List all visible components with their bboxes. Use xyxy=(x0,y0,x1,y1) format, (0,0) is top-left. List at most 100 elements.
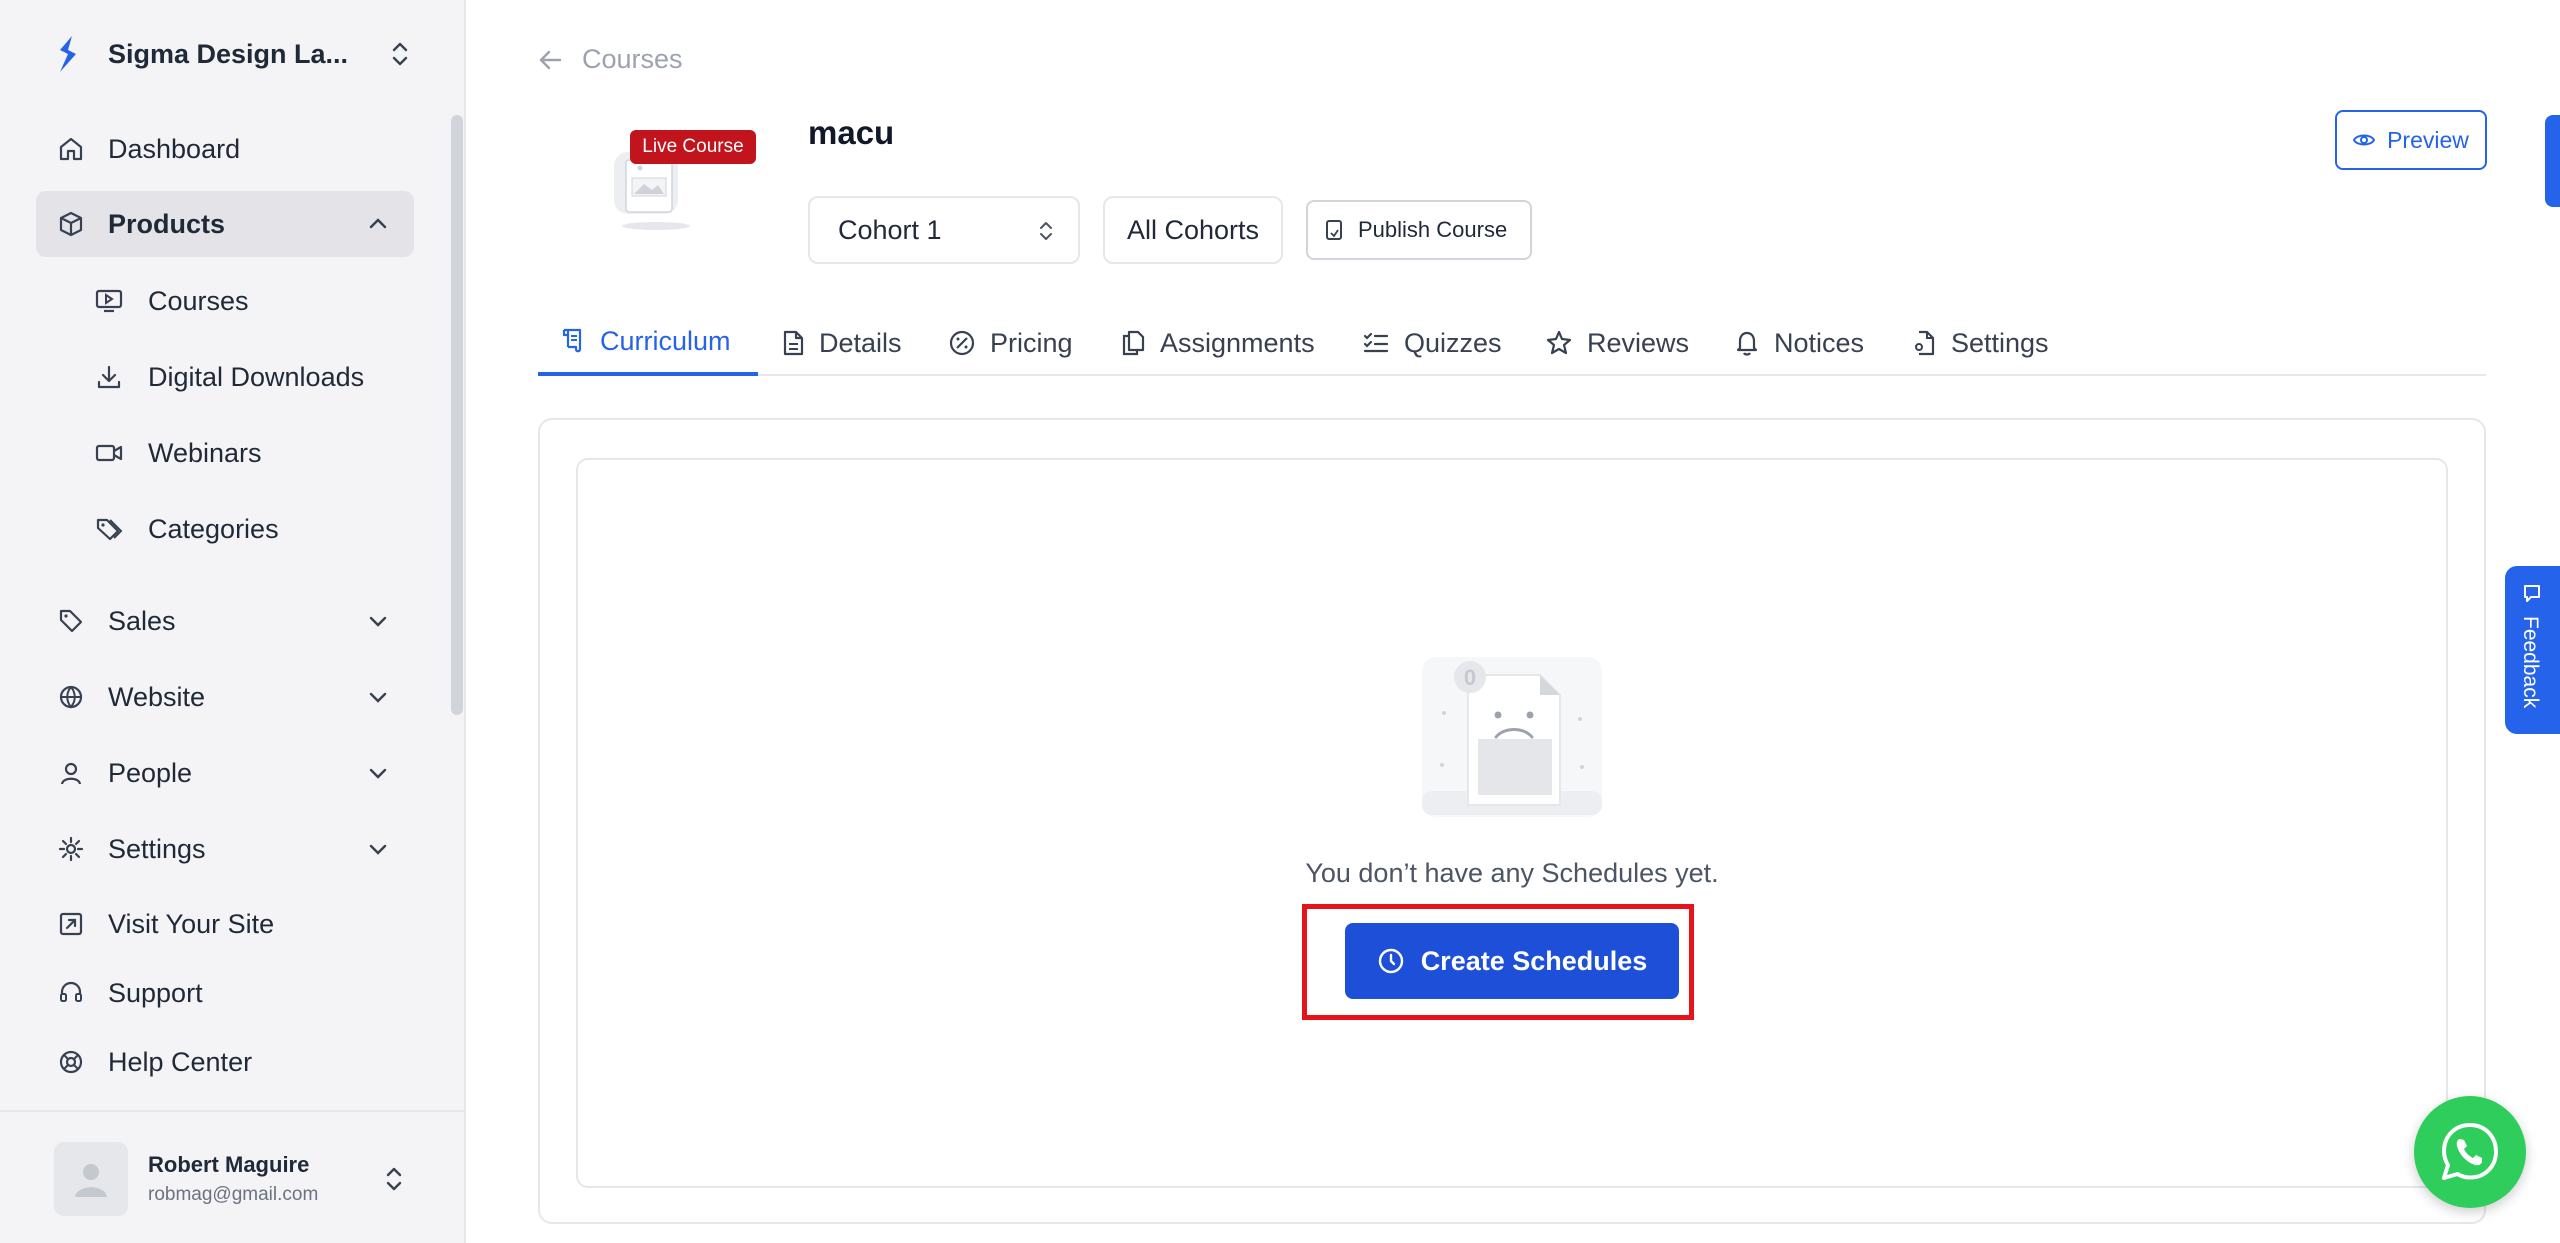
sidebar-item-digital-downloads[interactable]: Digital Downloads xyxy=(76,344,414,410)
scroll-icon xyxy=(562,328,582,353)
sidebar-item-label: Website xyxy=(108,681,206,712)
download-icon xyxy=(94,362,124,392)
sidebar-item-label: Visit Your Site xyxy=(108,908,275,939)
sidebar-item-label: Support xyxy=(108,977,203,1008)
tab-assignments[interactable]: Assignments xyxy=(1120,310,1315,376)
tab-label: Settings xyxy=(1951,327,2049,358)
tab-label: Pricing xyxy=(990,327,1073,358)
tab-label: Curriculum xyxy=(600,325,731,356)
sidebar-item-visit-your-site[interactable]: Visit Your Site xyxy=(36,891,414,957)
sidebar-item-settings[interactable]: Settings xyxy=(36,816,414,882)
user-name: Robert Maguire xyxy=(148,1152,310,1177)
create-schedules-button[interactable]: Create Schedules xyxy=(1345,923,1679,999)
external-link-icon xyxy=(56,909,86,939)
sidebar-item-categories[interactable]: Categories xyxy=(76,496,414,562)
sidebar-scrollbar[interactable] xyxy=(451,115,463,715)
tab-settings[interactable]: Settings xyxy=(1911,310,2049,376)
side-panel-handle[interactable] xyxy=(2545,115,2560,207)
box-icon xyxy=(56,209,86,239)
sidebar-item-webinars[interactable]: Webinars xyxy=(76,420,414,486)
user-menu[interactable]: Robert Maguire robmag@gmail.com xyxy=(0,1110,464,1243)
tab-label: Assignments xyxy=(1160,327,1315,358)
sidebar-item-label: Settings xyxy=(108,833,206,864)
monitor-play-icon xyxy=(94,286,124,316)
user-email: robmag@gmail.com xyxy=(148,1184,319,1205)
file-text-icon xyxy=(783,330,804,356)
badge-percent-icon xyxy=(949,330,975,356)
sidebar-item-label: Products xyxy=(108,208,226,239)
cohort-select-value: Cohort 1 xyxy=(838,214,942,245)
empty-state-message: You don’t have any Schedules yet. xyxy=(1305,858,1719,888)
workspace-name: Sigma Design La... xyxy=(108,38,349,69)
tab-notices[interactable]: Notices xyxy=(1734,310,1864,376)
gear-icon xyxy=(56,834,86,864)
life-buoy-icon xyxy=(56,1047,86,1077)
sidebar-item-website[interactable]: Website xyxy=(36,664,414,730)
tab-curriculum[interactable]: Curriculum xyxy=(538,310,758,376)
sidebar-item-courses[interactable]: Courses xyxy=(76,268,414,334)
sidebar-item-label: Help Center xyxy=(108,1046,253,1077)
course-title: macu xyxy=(808,114,895,151)
chevron-updown-icon xyxy=(386,1167,402,1191)
empty-document-icon: 0 xyxy=(1422,657,1602,817)
tab-label: Reviews xyxy=(1587,327,1690,358)
tab-label: Details xyxy=(819,327,902,358)
tab-reviews[interactable]: Reviews xyxy=(1545,310,1689,376)
user-icon xyxy=(56,758,86,788)
tab-label: Notices xyxy=(1774,327,1865,358)
sidebar-item-dashboard[interactable]: Dashboard xyxy=(36,116,414,182)
chevron-down-icon xyxy=(369,844,387,855)
back-link-label: Courses xyxy=(582,44,683,74)
file-cog-icon xyxy=(1915,330,1935,356)
headset-icon xyxy=(56,978,86,1008)
sidebar-item-people[interactable]: People xyxy=(36,740,414,806)
document-icon xyxy=(1326,220,1342,240)
sidebar-item-label: Digital Downloads xyxy=(148,361,365,392)
whatsapp-chat-button[interactable] xyxy=(2414,1096,2526,1208)
feedback-label: Feedback xyxy=(2519,616,2542,709)
sidebar-item-label: Dashboard xyxy=(108,133,241,164)
chevron-down-icon xyxy=(369,616,387,627)
chat-bubble-icon xyxy=(2524,585,2540,602)
feedback-tab[interactable]: Feedback xyxy=(2505,566,2560,734)
sidebar-item-label: People xyxy=(108,757,193,788)
chevron-down-icon xyxy=(369,768,387,779)
course-tabs: Curriculum Details Pricing Assignments Q… xyxy=(538,310,2486,376)
empty-count-label: 0 xyxy=(1464,665,1476,690)
chevron-up-icon xyxy=(369,218,387,229)
tag-icon xyxy=(56,606,86,636)
whatsapp-icon xyxy=(2442,1123,2498,1180)
preview-label: Preview xyxy=(2387,126,2469,153)
tab-details[interactable]: Details xyxy=(781,310,902,376)
chevron-updown-icon xyxy=(1040,222,1052,240)
user-placeholder-icon xyxy=(75,1164,107,1197)
all-cohorts-button[interactable]: All Cohorts xyxy=(1103,196,1283,264)
avatar xyxy=(54,1142,128,1216)
publish-course-label: Publish Course xyxy=(1358,217,1508,242)
sidebar-item-sales[interactable]: Sales xyxy=(36,588,414,654)
tab-quizzes[interactable]: Quizzes xyxy=(1362,310,1502,376)
tab-label: Quizzes xyxy=(1404,327,1502,358)
back-to-courses-link[interactable]: Courses xyxy=(538,44,683,75)
sidebar-item-help-center[interactable]: Help Center xyxy=(36,1029,414,1095)
tab-pricing[interactable]: Pricing xyxy=(948,310,1073,376)
bell-icon xyxy=(1736,331,1758,356)
create-schedules-label: Create Schedules xyxy=(1420,945,1648,976)
sidebar: Sigma Design La... Dashboard Products Co… xyxy=(0,0,466,1243)
sidebar-item-label: Categories xyxy=(148,513,279,544)
cohort-select[interactable]: Cohort 1 xyxy=(808,196,1080,264)
workspace-switcher[interactable]: Sigma Design La... xyxy=(52,32,412,76)
live-course-badge: Live Course xyxy=(630,130,756,164)
chevron-updown-icon xyxy=(392,42,408,66)
sidebar-item-products[interactable]: Products xyxy=(36,191,414,257)
eye-icon xyxy=(2353,134,2376,146)
star-icon xyxy=(1546,330,1572,355)
sidebar-item-support[interactable]: Support xyxy=(36,960,414,1026)
home-icon xyxy=(56,134,86,164)
preview-button[interactable]: Preview xyxy=(2335,110,2487,170)
schedules-container xyxy=(576,458,2448,1188)
video-icon xyxy=(94,438,124,468)
publish-course-button[interactable]: Publish Course xyxy=(1306,200,1532,260)
globe-icon xyxy=(56,682,86,712)
copy-icon xyxy=(1122,330,1145,356)
